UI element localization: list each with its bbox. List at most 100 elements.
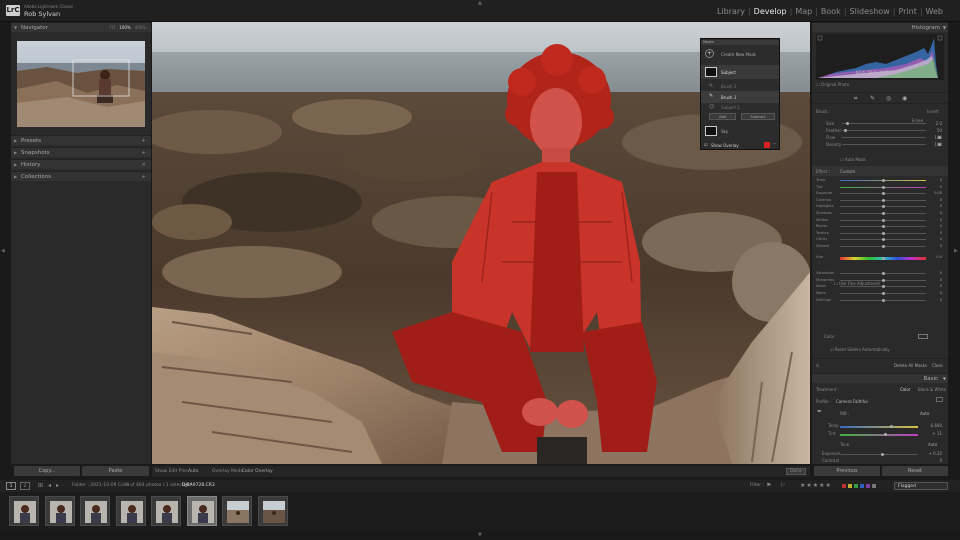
mask-item-subject1[interactable]: ☺ Subject 1 (701, 102, 779, 112)
copy-button[interactable]: Copy... (14, 466, 80, 476)
filmstrip-thumbnail[interactable] (257, 496, 288, 526)
effect-row-value[interactable]: 0.00 (922, 191, 942, 195)
fine-adjustment-checkbox[interactable]: ☐ Use Fine Adjustment (834, 281, 880, 286)
create-new-mask-row[interactable]: + Create New Mask (701, 48, 779, 60)
close-masks-button[interactable]: Close (932, 363, 943, 368)
paste-button[interactable]: Paste (82, 466, 149, 476)
previous-button[interactable]: Previous (814, 466, 880, 476)
redeye-tool-icon[interactable]: ◎ (886, 95, 891, 102)
effect-row-value[interactable]: 0 (922, 237, 942, 241)
slider-knob[interactable] (882, 179, 885, 182)
zoom-400[interactable]: 400% (135, 25, 146, 30)
histogram[interactable]: 62.6 58.9 44.7 % (816, 34, 944, 80)
clear-history-icon[interactable]: × (141, 160, 146, 170)
effect-row-value[interactable]: 0 (922, 298, 942, 302)
delete-all-masks-button[interactable]: Delete All Masks (894, 363, 927, 368)
effect-row-value[interactable]: 0 (922, 284, 942, 288)
color-label-yellow[interactable] (848, 484, 852, 488)
effect-slider[interactable] (840, 298, 926, 302)
effect-slider[interactable] (840, 256, 926, 260)
tone-auto-button[interactable]: Auto (928, 442, 937, 447)
history-header[interactable]: ▶ History × (11, 159, 151, 169)
effect-slider[interactable] (840, 198, 926, 202)
module-library[interactable]: Library (714, 7, 748, 16)
treatment-bw[interactable]: Black & White (918, 387, 946, 392)
filmstrip-thumbnail[interactable] (186, 496, 217, 526)
add-collection-icon[interactable]: + (141, 172, 146, 182)
module-map[interactable]: Map (792, 7, 815, 16)
color-label-green[interactable] (854, 484, 858, 488)
slider-knob[interactable] (882, 205, 885, 209)
effect-slider[interactable] (840, 231, 926, 235)
slider-knob[interactable] (882, 292, 885, 295)
filmstrip-thumbnail[interactable] (151, 496, 181, 526)
slider-knob[interactable] (882, 238, 885, 242)
collapse-right-icon[interactable]: ▶ (954, 248, 958, 254)
exposure-slider[interactable] (840, 453, 918, 456)
add-preset-icon[interactable]: + (141, 136, 146, 146)
slider-knob[interactable] (846, 122, 849, 125)
edit-pins-select[interactable]: Auto (188, 466, 198, 477)
auto-mask-checkbox[interactable]: ☐ Auto Mask (840, 157, 866, 162)
filmstrip-thumbnail[interactable] (9, 496, 39, 526)
filmstrip-thumbnail[interactable] (115, 496, 146, 526)
navigator-header[interactable]: ▼ Navigator FIT 100% 400% (11, 22, 151, 32)
temp-value[interactable]: 6,600 (922, 423, 942, 428)
healing-tool-icon[interactable]: ✎ (870, 95, 875, 102)
brush-row-value[interactable]: 2.0 (922, 121, 942, 126)
wb-select[interactable]: Auto (920, 411, 929, 416)
effect-slider[interactable] (840, 205, 926, 209)
presets-header[interactable]: ▶ Presets + (11, 135, 151, 145)
mask-item-subject[interactable]: Subject (701, 65, 779, 79)
effect-slider[interactable] (840, 218, 926, 222)
treatment-color[interactable]: Color (900, 387, 910, 392)
done-button[interactable]: Done (786, 468, 806, 475)
slider-knob[interactable] (882, 278, 885, 282)
masks-titlebar[interactable]: Masks (701, 40, 779, 45)
exposure-value[interactable]: + 0.32 (922, 451, 942, 456)
temp-slider[interactable] (840, 425, 918, 428)
effect-slider[interactable] (840, 292, 926, 295)
brush-row-value[interactable]: 100 (922, 135, 942, 140)
effect-row-value[interactable]: 0 (922, 218, 942, 222)
filmstrip-thumbnail[interactable] (80, 496, 110, 526)
temp-slider-knob[interactable] (890, 425, 893, 428)
effect-row-value[interactable]: 0 (922, 271, 942, 275)
effect-row-value[interactable]: 0 (922, 278, 942, 282)
filmstrip-thumbnail[interactable] (44, 496, 75, 526)
switch-icon[interactable]: ⏻ (816, 363, 819, 368)
slider-knob[interactable] (882, 245, 885, 248)
more-options-icon[interactable]: ⋯ (772, 141, 777, 147)
invert-toggle[interactable]: Invert (927, 109, 939, 114)
effect-header[interactable]: Effect : Custom (812, 166, 948, 176)
wb-eyedropper-icon[interactable]: ✒ (817, 408, 822, 415)
zoom-100[interactable]: 100% (119, 25, 130, 30)
effect-slider[interactable] (840, 212, 926, 215)
subtract-mask-button[interactable]: Subtract (741, 113, 775, 120)
flag-rejected-icon[interactable]: ⚐ (780, 480, 785, 492)
snapshots-header[interactable]: ▶ Snapshots + (11, 147, 151, 157)
effect-row-value[interactable]: 0.0 (922, 255, 942, 259)
brush-row-value[interactable]: 100 (922, 142, 942, 147)
original-photo-checkbox[interactable]: ☐ Original Photo (816, 82, 849, 87)
slider-knob[interactable] (882, 198, 885, 202)
module-web[interactable]: Web (923, 7, 946, 16)
color-label-red[interactable] (842, 484, 846, 488)
effect-slider[interactable] (840, 179, 926, 182)
profile-select[interactable]: Camera Faithful (836, 399, 868, 404)
slider-knob[interactable] (882, 272, 885, 276)
show-overlay-row[interactable]: ☑ Show Overlay ⋯ (701, 141, 779, 150)
collections-header[interactable]: ▶ Collections + (11, 171, 151, 181)
effect-row-value[interactable]: 0 (922, 211, 942, 215)
mask-item-sky[interactable]: Sky (701, 125, 779, 137)
histogram-header[interactable]: Histogram ▼ (812, 22, 948, 32)
effect-row-value[interactable]: 0 (922, 231, 942, 235)
star-rating-filter[interactable]: ★★★★★ (800, 480, 832, 492)
module-book[interactable]: Book (818, 7, 844, 16)
color-label-none[interactable] (872, 484, 876, 488)
navigator-preview[interactable] (17, 41, 145, 127)
module-develop[interactable]: Develop (751, 7, 790, 16)
module-slideshow[interactable]: Slideshow (847, 7, 893, 16)
effect-slider[interactable] (840, 238, 926, 242)
flag-icon[interactable]: ⚑ (766, 480, 771, 492)
